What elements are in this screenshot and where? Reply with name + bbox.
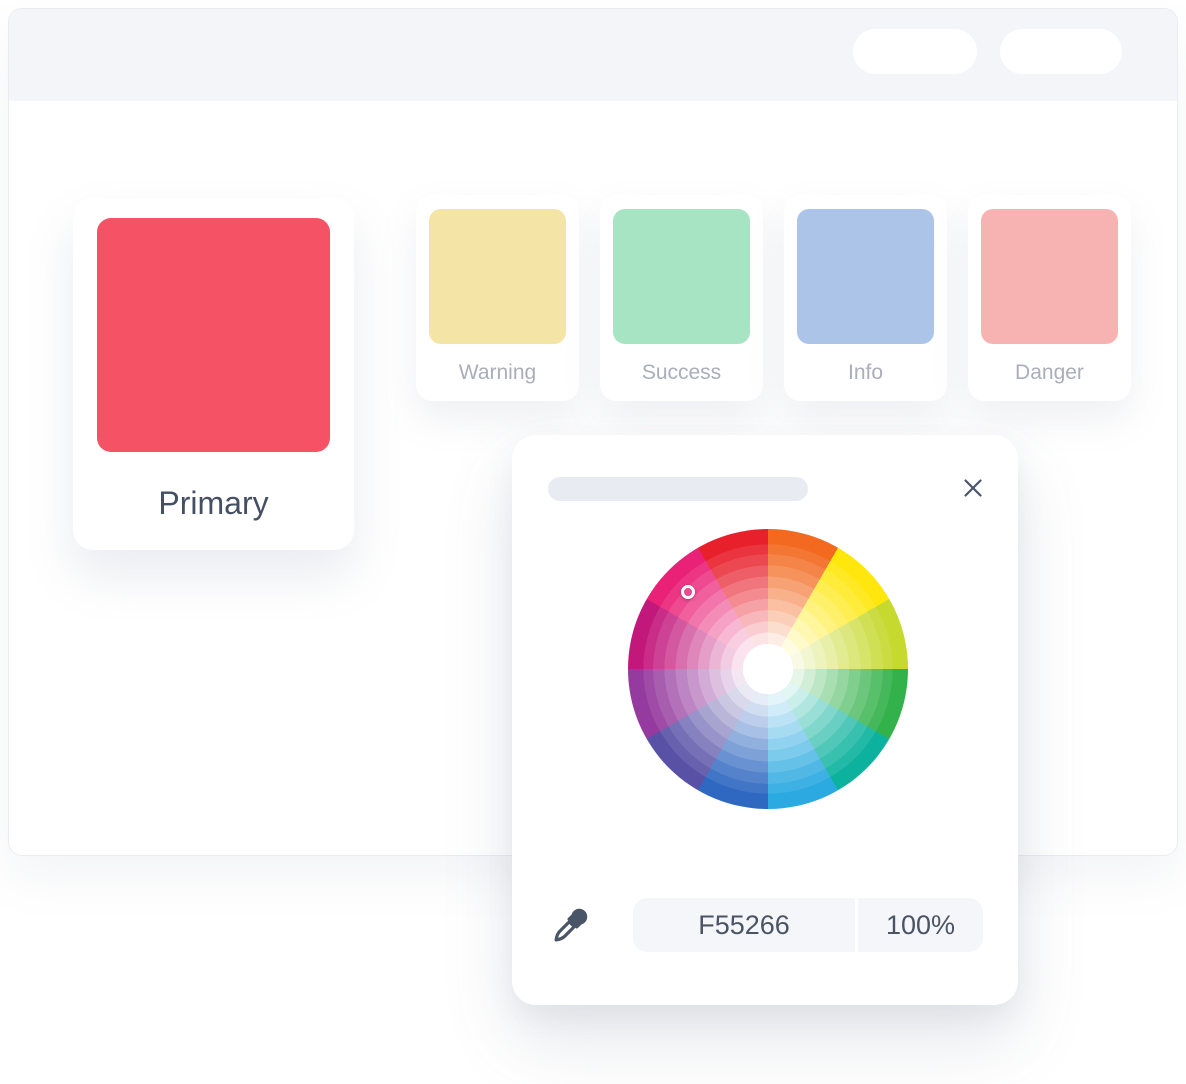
color-picker-modal: F55266 100% xyxy=(512,435,1018,1005)
hex-value-input[interactable]: F55266 xyxy=(633,898,855,952)
swatch-card-danger[interactable]: Danger xyxy=(968,195,1131,401)
color-wheel-rings-overlay xyxy=(628,529,908,809)
info-color-label: Info xyxy=(784,361,947,385)
info-color-swatch[interactable] xyxy=(797,209,934,344)
swatch-card-warning[interactable]: Warning xyxy=(416,195,579,401)
primary-color-card[interactable]: Primary xyxy=(73,198,354,550)
header-placeholder-button-2[interactable] xyxy=(1000,29,1122,74)
danger-color-label: Danger xyxy=(968,361,1131,385)
success-color-label: Success xyxy=(600,361,763,385)
danger-color-swatch[interactable] xyxy=(981,209,1118,344)
modal-title-placeholder xyxy=(548,477,808,501)
primary-color-label: Primary xyxy=(73,485,354,522)
primary-color-swatch[interactable] xyxy=(97,218,330,452)
window-header xyxy=(9,9,1177,101)
swatch-card-info[interactable]: Info xyxy=(784,195,947,401)
header-placeholder-button-1[interactable] xyxy=(853,29,977,74)
picker-footer: F55266 100% xyxy=(512,898,1018,952)
eyedropper-icon xyxy=(546,904,592,950)
warning-color-label: Warning xyxy=(416,361,579,385)
page: Primary Warning Success Info Danger xyxy=(0,0,1186,1084)
color-value-fields: F55266 100% xyxy=(633,898,983,952)
success-color-swatch[interactable] xyxy=(613,209,750,344)
close-button[interactable] xyxy=(962,477,984,499)
swatch-card-success[interactable]: Success xyxy=(600,195,763,401)
color-wheel[interactable] xyxy=(628,529,908,809)
close-icon xyxy=(963,478,983,498)
color-wheel-selector-handle[interactable] xyxy=(681,585,695,599)
eyedropper-button[interactable] xyxy=(546,904,592,950)
warning-color-swatch[interactable] xyxy=(429,209,566,344)
opacity-value-input[interactable]: 100% xyxy=(858,898,983,952)
